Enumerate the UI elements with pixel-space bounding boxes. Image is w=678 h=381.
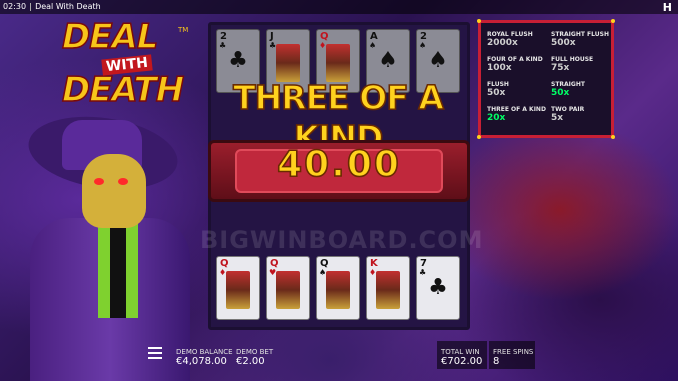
paytable-hand-name: STRAIGHT FLUSH	[551, 31, 609, 38]
win-amount-panel: 40.00	[208, 140, 470, 202]
left-eye	[94, 178, 104, 185]
club-icon: ♣	[228, 48, 248, 73]
paytable-row: TWO PAIR 5x	[551, 106, 584, 123]
playing-card: Q ♥	[266, 256, 310, 320]
face-card-art	[276, 44, 300, 82]
death-character	[0, 107, 200, 381]
brand-logo-icon: H	[662, 1, 672, 14]
clock: 02:30	[3, 2, 27, 11]
logo-line-1: DEAL	[61, 17, 159, 57]
demo-bet-value[interactable]: €2.00	[236, 356, 265, 368]
logo-line-3: DEATH	[61, 70, 185, 110]
demo-balance-value: €4,078.00	[176, 356, 227, 367]
club-icon: ♣	[419, 268, 427, 277]
corner-dot	[477, 135, 481, 139]
face-card-art	[276, 271, 300, 309]
watermark: BIGWINBOARD.COM	[200, 226, 484, 254]
paytable-multiplier: 2000x	[487, 38, 518, 48]
total-win-label: TOTAL WIN	[441, 348, 480, 356]
free-spins-value: 8	[493, 356, 500, 367]
right-eye	[118, 178, 128, 185]
spade-icon: ♠	[428, 48, 448, 73]
corner-dot	[611, 19, 615, 23]
club-icon: ♣	[428, 275, 448, 300]
paytable-multiplier: 75x	[551, 63, 570, 73]
spade-icon: ♠	[369, 41, 377, 50]
skull-face	[82, 154, 146, 228]
corner-dot	[477, 19, 481, 23]
win-amount: 40.00	[276, 144, 401, 186]
paytable-multiplier: 5x	[551, 113, 564, 123]
trademark-mark: TM	[178, 26, 189, 34]
paytable: ROYAL FLUSH 2000x STRAIGHT FLUSH 500x FOUR O…	[477, 19, 615, 139]
paytable-hand-name: THREE OF A KIND	[487, 106, 546, 113]
playing-card: Q ♠	[316, 256, 360, 320]
paytable-row: FULL HOUSE 75x	[551, 56, 593, 73]
paytable-row: STRAIGHT FLUSH 500x	[551, 31, 609, 48]
paytable-multiplier: 20x	[487, 113, 506, 123]
game-logo: DEAL WITH DEATH TM	[61, 17, 190, 120]
paytable-row: STRAIGHT 50x	[551, 81, 585, 98]
paytable-hand-name: FLUSH	[487, 81, 509, 88]
paytable-row: ROYAL FLUSH 2000x	[487, 31, 533, 48]
paytable-row: FOUR OF A KIND 100x	[487, 56, 543, 73]
paytable-hand-name: FOUR OF A KIND	[487, 56, 543, 63]
club-icon: ♣	[219, 41, 227, 50]
demo-bet-label: DEMO BET	[236, 348, 274, 356]
paytable-hand-name: FULL HOUSE	[551, 56, 594, 63]
face-card-art	[326, 271, 350, 309]
spade-icon: ♠	[378, 48, 398, 73]
paytable-hand-name: TWO PAIR	[551, 106, 585, 113]
total-win-value: €702.00	[441, 356, 483, 367]
free-spins-label: FREE SPINS	[493, 348, 534, 356]
playing-card: K ♦	[366, 256, 410, 320]
spade-icon: ♠	[419, 41, 427, 50]
paytable-multiplier: 50x	[551, 88, 570, 98]
paytable-hand-name: STRAIGHT	[551, 81, 585, 88]
face-card-art	[326, 44, 350, 82]
playing-card: 7 ♣ ♣	[416, 256, 460, 320]
paytable-hand-name: ROYAL FLUSH	[487, 31, 533, 38]
divider	[30, 2, 32, 11]
face-card-art	[376, 271, 400, 309]
corner-dot	[611, 135, 615, 139]
playing-card: Q ♦	[216, 256, 260, 320]
paytable-multiplier: 100x	[487, 63, 512, 73]
face-card-art	[226, 271, 250, 309]
paytable-multiplier: 500x	[551, 38, 576, 48]
paytable-row: FLUSH 50x	[487, 81, 509, 98]
paytable-multiplier: 50x	[487, 88, 506, 98]
demo-balance-label: DEMO BALANCE	[176, 348, 233, 356]
tie	[110, 228, 126, 318]
status-bar: 02:30 Deal With Death	[0, 0, 678, 14]
paytable-row: THREE OF A KIND 20x	[487, 106, 546, 123]
game-title: Deal With Death	[35, 2, 101, 11]
menu-icon[interactable]	[148, 347, 162, 359]
